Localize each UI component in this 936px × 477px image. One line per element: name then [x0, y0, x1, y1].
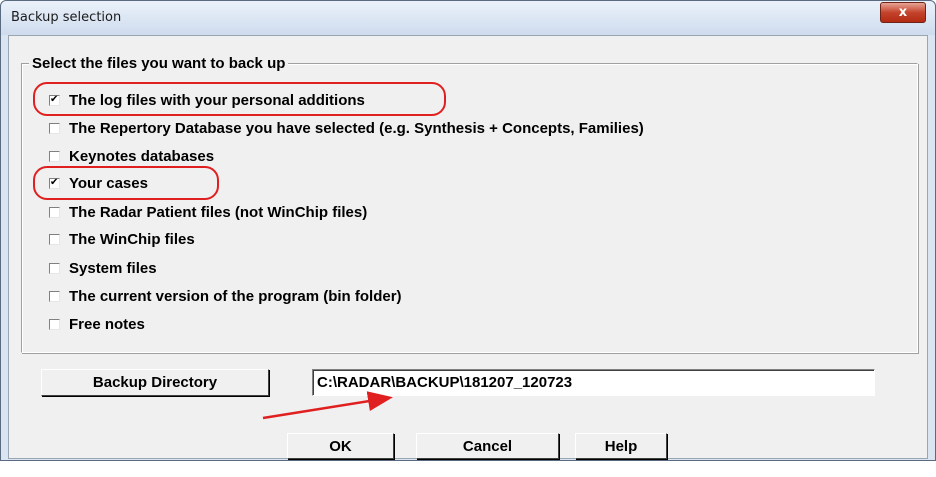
cancel-label: Cancel: [462, 437, 513, 455]
close-button[interactable]: x: [880, 2, 926, 23]
checkbox-radar-patient-files[interactable]: [49, 206, 60, 218]
backup-directory-field[interactable]: C:\RADAR\BACKUP\181207_120723: [312, 369, 875, 396]
checkbox-keynotes-databases[interactable]: [49, 150, 60, 162]
option-label: The Radar Patient files (not WinChip fil…: [69, 203, 368, 221]
ok-label: OK: [329, 437, 352, 455]
option-label: Free notes: [69, 315, 145, 333]
checkbox-system-files[interactable]: [49, 262, 60, 274]
backup-directory-label: Backup Directory: [92, 374, 218, 391]
title-bar[interactable]: Backup selection x: [1, 1, 935, 35]
option-your-cases[interactable]: Your cases: [49, 174, 148, 192]
option-winchip-files[interactable]: The WinChip files: [49, 230, 195, 248]
option-current-version[interactable]: The current version of the program (bin …: [49, 287, 402, 305]
option-repertory-database[interactable]: The Repertory Database you have selected…: [49, 119, 644, 137]
option-radar-patient-files[interactable]: The Radar Patient files (not WinChip fil…: [49, 203, 367, 221]
option-label: The WinChip files: [69, 230, 195, 248]
help-button[interactable]: Help: [575, 433, 667, 459]
cancel-button[interactable]: Cancel: [416, 433, 559, 459]
option-label: Keynotes databases: [69, 147, 215, 165]
option-label: The Repertory Database you have selected…: [69, 119, 644, 137]
option-keynotes-databases[interactable]: Keynotes databases: [49, 147, 214, 165]
group-legend: Select the files you want to back up: [29, 55, 289, 72]
option-label: The current version of the program (bin …: [69, 287, 402, 305]
checkbox-log-files[interactable]: [49, 94, 60, 106]
option-label: The log files with your personal additio…: [69, 91, 365, 109]
checkbox-current-version[interactable]: [49, 290, 60, 302]
backup-directory-button[interactable]: Backup Directory: [41, 369, 269, 396]
option-system-files[interactable]: System files: [49, 259, 157, 277]
checkbox-winchip-files[interactable]: [49, 233, 60, 245]
checkbox-repertory-database[interactable]: [49, 122, 60, 134]
option-label: System files: [69, 259, 157, 277]
option-free-notes[interactable]: Free notes: [49, 315, 145, 333]
checkbox-your-cases[interactable]: [49, 177, 60, 189]
option-log-files[interactable]: The log files with your personal additio…: [49, 91, 365, 109]
ok-button[interactable]: OK: [287, 433, 394, 459]
help-label: Help: [604, 437, 638, 455]
close-icon: x: [898, 5, 908, 20]
window-title: Backup selection: [11, 10, 122, 25]
checkbox-free-notes[interactable]: [49, 318, 60, 330]
option-label: Your cases: [69, 174, 148, 192]
